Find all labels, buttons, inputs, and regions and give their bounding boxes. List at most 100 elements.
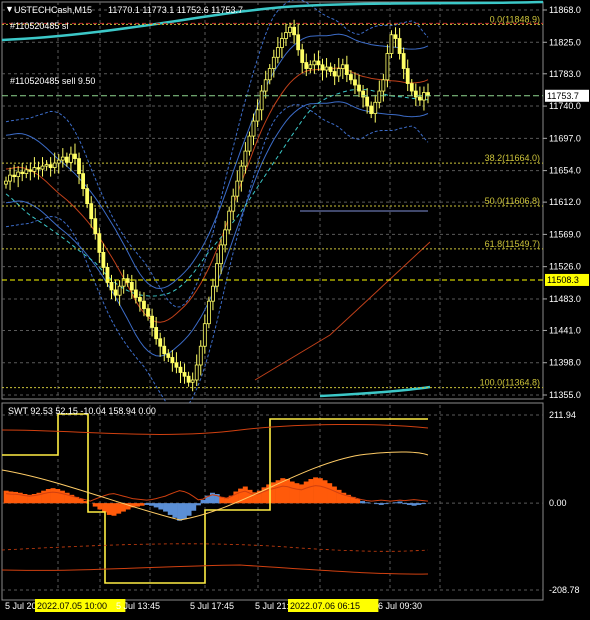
trading-chart[interactable]: 0.0(11848.9)38.2(11664.0)50.0(11606.8)61… bbox=[0, 0, 590, 620]
candle-body bbox=[142, 300, 146, 310]
fib-label: 61.8(11549.7) bbox=[485, 239, 540, 249]
price-tick-label: 11612.0 bbox=[549, 197, 581, 207]
candle-body bbox=[138, 297, 142, 302]
histogram-bar bbox=[163, 503, 169, 512]
histogram-bar bbox=[406, 503, 412, 505]
histogram-bar bbox=[224, 498, 230, 504]
candle-body bbox=[85, 188, 90, 205]
candle-body bbox=[48, 164, 53, 169]
candle-body bbox=[77, 158, 81, 175]
histogram-bar bbox=[191, 503, 197, 511]
candle-body bbox=[215, 263, 219, 287]
candle-body bbox=[332, 71, 337, 77]
histogram-bar bbox=[139, 503, 145, 506]
histogram-bar bbox=[167, 503, 173, 515]
histogram-bar bbox=[195, 503, 201, 506]
histogram-bar bbox=[284, 479, 290, 504]
histogram-bar bbox=[313, 477, 319, 504]
candle-body bbox=[296, 34, 301, 51]
candle-body bbox=[308, 64, 313, 69]
candle-body bbox=[349, 74, 353, 81]
candle-body bbox=[353, 79, 357, 86]
fib-label: 38.2(11664.0) bbox=[485, 153, 540, 163]
candle-body bbox=[219, 244, 223, 265]
candle-body bbox=[28, 169, 33, 172]
candle-body bbox=[202, 323, 207, 347]
candle-body bbox=[206, 300, 211, 325]
candle-body bbox=[251, 120, 256, 137]
candle-body bbox=[320, 64, 325, 71]
histogram-bar bbox=[420, 503, 426, 505]
candle-body bbox=[385, 53, 390, 81]
histogram-bar bbox=[416, 503, 422, 505]
histogram-bar bbox=[134, 503, 140, 507]
candle-body bbox=[340, 64, 345, 69]
candle-body bbox=[20, 171, 25, 175]
histogram-bar bbox=[102, 503, 108, 513]
histogram-bar bbox=[364, 502, 370, 504]
histogram-bar bbox=[116, 503, 122, 514]
histogram-bar bbox=[177, 503, 183, 521]
candle-body bbox=[227, 210, 232, 231]
candle-body bbox=[389, 34, 394, 54]
histogram-bar bbox=[294, 483, 300, 504]
histogram-bar bbox=[397, 501, 403, 504]
candle-body bbox=[182, 372, 187, 377]
candle-body bbox=[16, 171, 21, 178]
time-tag-label: 2022.07.06 06:15 bbox=[290, 601, 360, 611]
histogram-bar bbox=[303, 481, 309, 504]
histogram-bar bbox=[317, 478, 323, 504]
fib-label: 100.0(11364.8) bbox=[480, 378, 540, 388]
time-tag-label: 2022.07.05 10:00 bbox=[37, 601, 107, 611]
histogram-bar bbox=[289, 481, 295, 504]
histogram-bar bbox=[299, 484, 305, 504]
candle-body bbox=[369, 105, 374, 114]
candle-body bbox=[284, 32, 288, 39]
histogram-bar bbox=[242, 486, 248, 504]
current-price-tag-label: 11753.7 bbox=[547, 91, 579, 101]
candle-body bbox=[344, 64, 349, 75]
candle-body bbox=[255, 109, 260, 122]
candle-body bbox=[373, 101, 378, 114]
histogram-bar bbox=[55, 489, 61, 504]
histogram-bar bbox=[59, 490, 65, 504]
candle-body bbox=[288, 26, 292, 33]
candle-body bbox=[40, 165, 45, 170]
candle-body bbox=[401, 53, 406, 69]
candle-body bbox=[243, 150, 248, 167]
candle-body bbox=[324, 66, 329, 71]
histogram-bar bbox=[411, 503, 417, 506]
candle-body bbox=[377, 90, 382, 103]
candle-body bbox=[8, 174, 12, 182]
histogram-bar bbox=[149, 503, 154, 506]
price-tick-label: 11868.0 bbox=[549, 5, 581, 15]
price-tick-label: 11783.0 bbox=[549, 69, 581, 79]
candle-body bbox=[405, 68, 410, 84]
candle-body bbox=[93, 218, 98, 235]
candle-body bbox=[247, 135, 252, 152]
histogram-bar bbox=[355, 498, 361, 504]
candle-body bbox=[259, 90, 264, 111]
histogram-bar bbox=[97, 503, 103, 510]
candle-body bbox=[166, 353, 171, 358]
candle-body bbox=[73, 153, 77, 159]
histogram-bar bbox=[13, 491, 19, 504]
time-axis: 5 Jul 20222022.07.05 10:00 5 Jul 13:45 5 J… bbox=[5, 599, 422, 612]
candle-body bbox=[32, 167, 37, 172]
histogram-bar bbox=[3, 490, 9, 504]
candle-body bbox=[44, 164, 49, 167]
candle-body bbox=[69, 153, 73, 163]
candle-body bbox=[422, 92, 426, 101]
candle-body bbox=[393, 34, 398, 39]
price-tick-label: 11355.0 bbox=[549, 390, 581, 400]
histogram-bar bbox=[111, 503, 117, 516]
candle-body bbox=[280, 38, 284, 48]
histogram-bar bbox=[8, 491, 14, 504]
candle-body bbox=[97, 233, 102, 253]
candle-body bbox=[292, 26, 296, 36]
price-tick-label: 11569.0 bbox=[549, 229, 581, 239]
candle-body bbox=[397, 38, 402, 54]
candle-body bbox=[336, 68, 341, 77]
sub-tick-label: 211.94 bbox=[549, 410, 576, 420]
chart-title-arrow[interactable]: ▼ bbox=[5, 4, 14, 14]
